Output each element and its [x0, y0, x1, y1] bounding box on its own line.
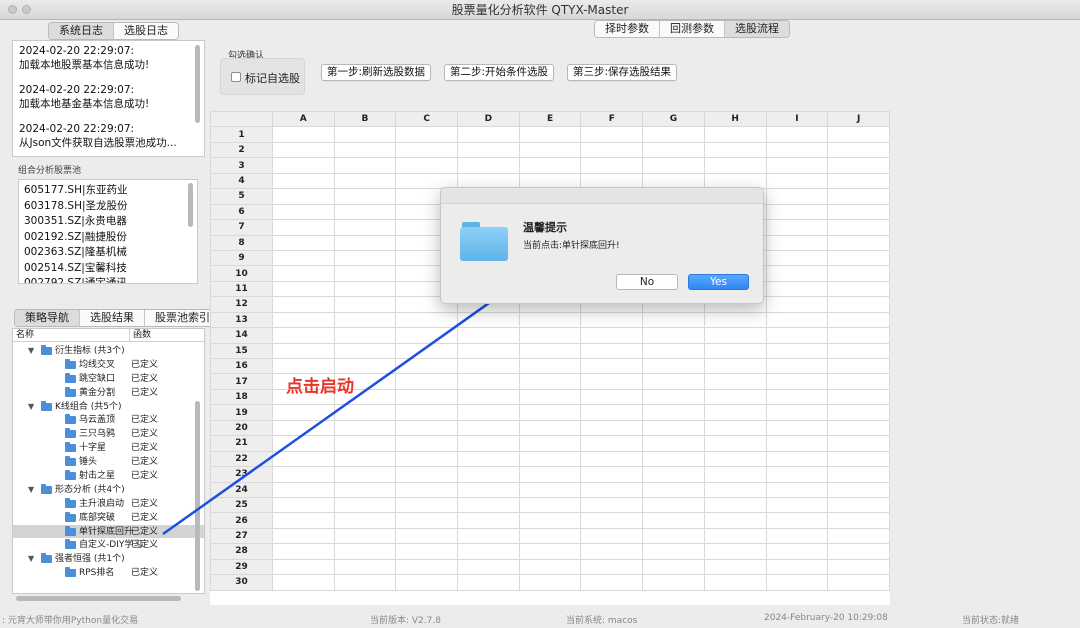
- no-button[interactable]: No: [616, 274, 678, 290]
- folder-icon: [460, 222, 508, 261]
- yes-button[interactable]: Yes: [688, 274, 749, 290]
- status-datetime: 2024-February-20 10:29:08: [764, 613, 888, 623]
- status-bar: : 元宵大师带你用Python量化交易 当前版本: V2.7.8 当前系统: m…: [0, 610, 1080, 628]
- click-start-annotation: 点击启动: [286, 377, 354, 397]
- dialog-title: 温馨提示: [523, 221, 567, 234]
- status-slogan: : 元宵大师带你用Python量化交易: [2, 616, 139, 626]
- notice-dialog: 温馨提示 当前点击:单针探底回升! No Yes: [440, 187, 764, 304]
- pointer-arrow: [162, 264, 544, 536]
- status-version: 当前版本: V2.7.8: [370, 616, 441, 626]
- dialog-titlebar: [441, 188, 763, 204]
- status-state: 当前状态:就绪: [962, 616, 1020, 626]
- dialog-message: 当前点击:单针探底回升!: [523, 241, 620, 251]
- status-system: 当前系统: macos: [566, 616, 638, 626]
